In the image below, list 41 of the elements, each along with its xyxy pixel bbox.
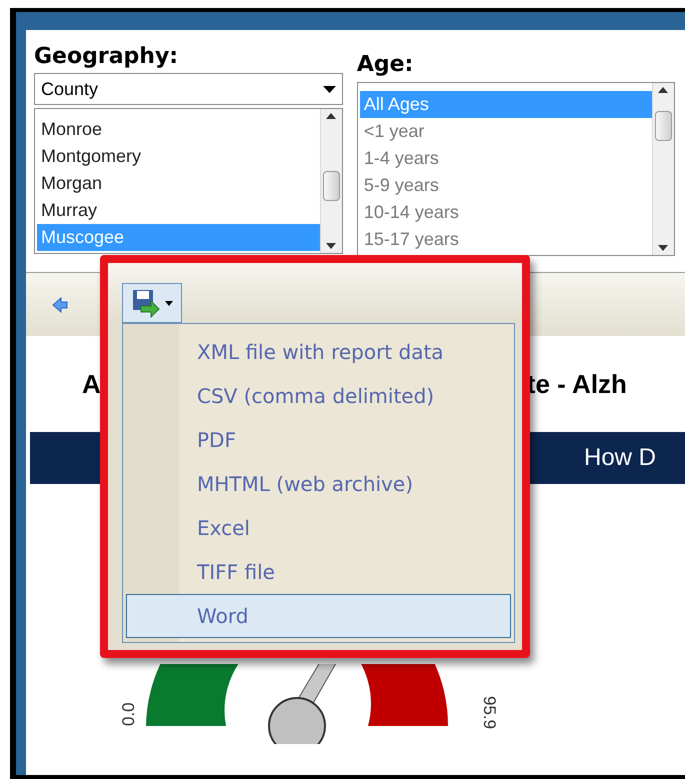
age-label: Age:	[356, 52, 414, 78]
list-item[interactable]: All Ages	[360, 91, 652, 118]
list-item[interactable]: Murray	[37, 197, 320, 224]
geography-dropdown[interactable]: County	[34, 73, 343, 105]
scroll-down-icon[interactable]	[658, 245, 668, 251]
list-item[interactable]: <1 year	[360, 118, 652, 145]
report-title: A	[82, 368, 101, 400]
list-box[interactable]: All Ages <1 year 1-4 years 5-9 years 10-14 years 15-17 years	[356, 82, 675, 256]
menu-item[interactable]: Excel	[126, 506, 511, 550]
scroll-thumb[interactable]	[654, 111, 672, 141]
menu-item[interactable]: XML file with report data	[126, 330, 511, 374]
menu-item[interactable]: CSV (comma delimited)	[126, 374, 511, 418]
scroll-thumb[interactable]	[322, 171, 340, 201]
scrollbar[interactable]	[652, 83, 674, 255]
list-item[interactable]: Montgomery	[37, 143, 320, 170]
menu-item[interactable]: Word	[126, 594, 511, 638]
list-box[interactable]: Monroe Montgomery Morgan Murray Muscogee	[34, 108, 343, 254]
back-arrow-icon[interactable]	[52, 296, 68, 312]
gauge-min-label: 0.0	[119, 702, 138, 726]
scroll-up-icon[interactable]	[326, 113, 336, 119]
list-item[interactable]: Muscogee	[37, 224, 320, 251]
list-item[interactable]: Morgan	[37, 170, 320, 197]
dropdown-value: County	[41, 78, 98, 101]
list-item[interactable]: 1-4 years	[360, 145, 652, 172]
header-text: How D	[584, 443, 656, 473]
list-item[interactable]: Monroe	[37, 116, 320, 143]
scroll-up-icon[interactable]	[658, 87, 668, 93]
list-item[interactable]: 15-17 years	[360, 226, 652, 253]
list-item[interactable]: 5-9 years	[360, 172, 652, 199]
geography-label: Geography:	[34, 44, 180, 70]
menu-item[interactable]: TIFF file	[126, 550, 511, 594]
list-item[interactable]: 10-14 years	[360, 199, 652, 226]
caret-icon	[322, 86, 336, 92]
caret-icon	[165, 300, 173, 306]
menu-item[interactable]: MHTML (web archive)	[126, 462, 511, 506]
gauge-max-label: 95.9	[480, 696, 499, 730]
scroll-down-icon[interactable]	[326, 243, 336, 249]
menu-item[interactable]: PDF	[126, 418, 511, 462]
scrollbar[interactable]	[320, 109, 342, 253]
save-export-icon	[131, 288, 161, 318]
export-button[interactable]	[122, 283, 182, 323]
